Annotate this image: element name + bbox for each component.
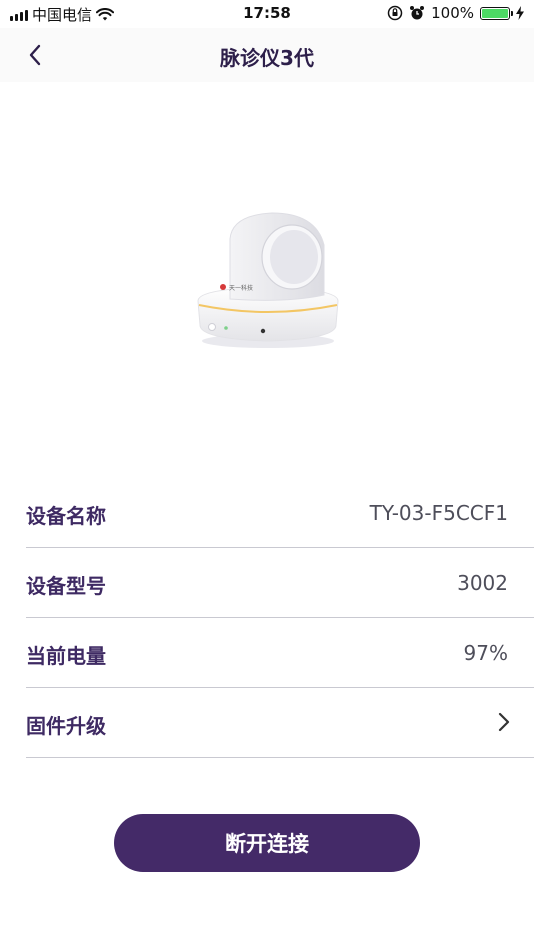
device-image: 天一科技 — [197, 212, 339, 348]
firmware-upgrade-label: 固件升级 — [26, 714, 106, 738]
charging-bolt-icon — [516, 6, 524, 20]
brand-logo: 天一科技 — [229, 284, 253, 292]
battery-icon — [480, 6, 513, 20]
battery-label: 当前电量 — [26, 644, 106, 668]
disconnect-button[interactable]: 断开连接 — [114, 814, 420, 872]
device-info-list: 设备名称 TY-03-F5CCF1 设备型号 3002 当前电量 97% 固件升… — [26, 478, 534, 758]
device-name-value: TY-03-F5CCF1 — [369, 501, 508, 525]
device-name-label: 设备名称 — [26, 504, 106, 528]
status-bar: 中国电信 17:58 100% — [0, 0, 534, 28]
battery-percent: 100% — [431, 4, 474, 22]
battery-level — [482, 8, 508, 18]
alarm-icon — [410, 6, 425, 20]
page-title: 脉诊仪3代 — [220, 46, 314, 70]
device-model-value: 3002 — [457, 571, 508, 595]
nav-bar: 脉诊仪3代 — [0, 28, 534, 82]
info-row-device-name: 设备名称 TY-03-F5CCF1 — [26, 478, 534, 548]
device-model-label: 设备型号 — [26, 574, 106, 598]
info-row-battery: 当前电量 97% — [26, 618, 534, 688]
chevron-right-icon — [498, 712, 510, 732]
info-row-device-model: 设备型号 3002 — [26, 548, 534, 618]
battery-value: 97% — [463, 641, 508, 665]
firmware-upgrade-row[interactable]: 固件升级 — [26, 688, 534, 758]
rotation-lock-icon — [387, 5, 403, 21]
status-right: 100% — [387, 4, 524, 22]
